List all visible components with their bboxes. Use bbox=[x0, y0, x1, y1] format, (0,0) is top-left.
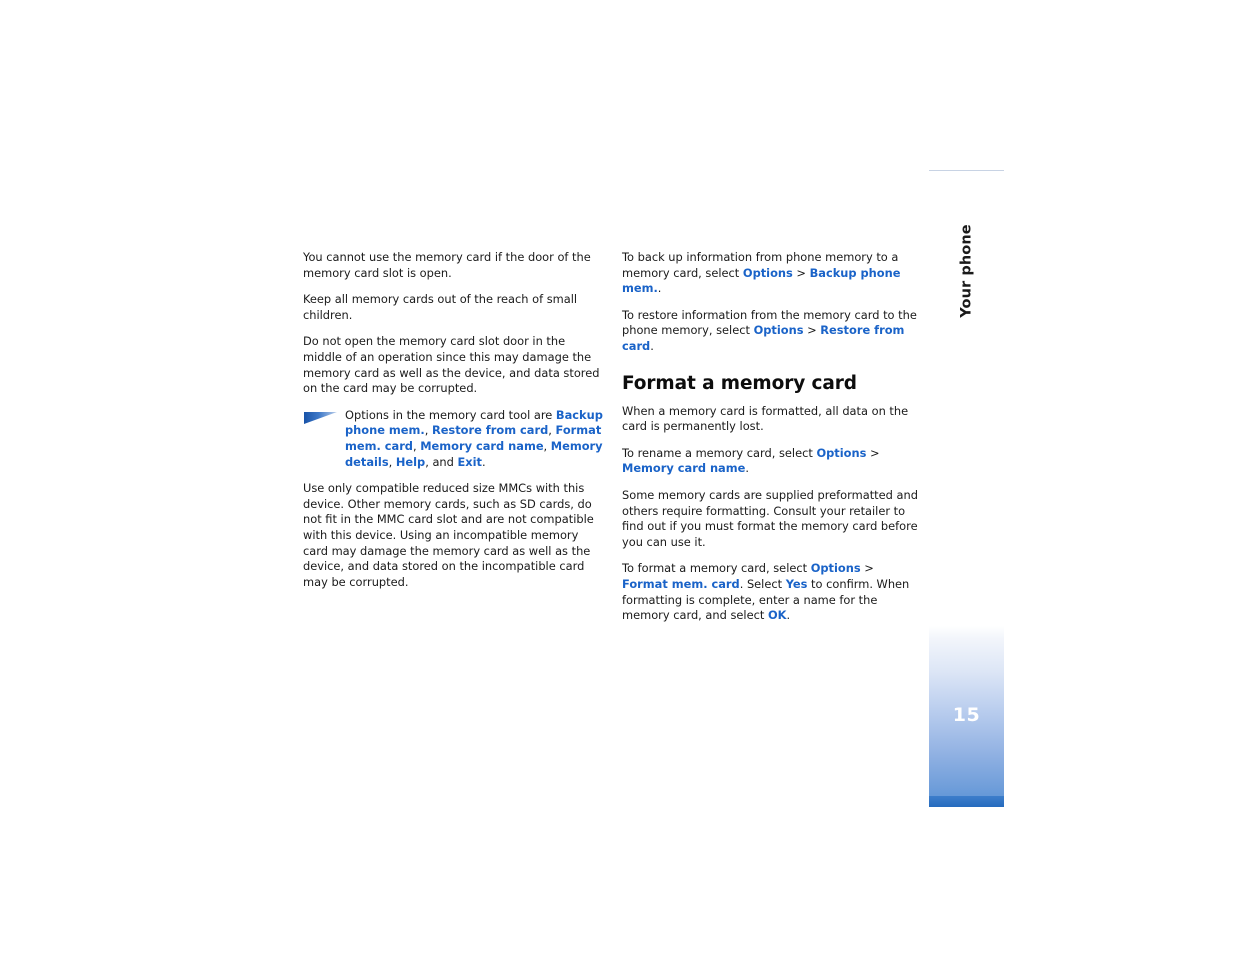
note-option-restore: Restore from card bbox=[431, 423, 549, 438]
restore-text-after: . bbox=[650, 338, 654, 353]
rename-command: Memory card name bbox=[622, 461, 746, 476]
paragraph-format-warning: When a memory card is formatted, all dat… bbox=[622, 403, 909, 434]
backup-menu-options: Options bbox=[742, 265, 793, 280]
note-terminator: . bbox=[481, 454, 486, 469]
paragraph-restore-instruction: To restore information from the memory c… bbox=[622, 308, 919, 355]
section-heading-format-memory-card: Format a memory card bbox=[622, 372, 857, 394]
backup-text-after: . bbox=[657, 281, 662, 296]
chapter-tab: Your phone 15 bbox=[929, 170, 1004, 807]
restore-separator: > bbox=[803, 323, 821, 338]
rename-separator: > bbox=[866, 445, 880, 460]
format-confirm-ok: OK bbox=[767, 608, 787, 623]
paragraph-compatible-mmc: Use only compatible reduced size MMCs wi… bbox=[303, 481, 594, 589]
page-number: 15 bbox=[952, 704, 981, 726]
note-lead: Options in the memory card tool are bbox=[345, 407, 556, 422]
format-confirm-yes: Yes bbox=[785, 576, 808, 591]
backup-separator: > bbox=[792, 265, 810, 280]
note-sep-2: , bbox=[548, 423, 556, 438]
note-option-card-name: Memory card name bbox=[420, 438, 544, 453]
note-sep-and: and bbox=[432, 454, 458, 469]
rename-text-after: . bbox=[745, 461, 749, 476]
paragraph-card-slot-open: You cannot use the memory card if the do… bbox=[303, 250, 591, 280]
format-text-before: To format a memory card, select bbox=[622, 561, 811, 576]
note-option-exit: Exit bbox=[457, 454, 482, 469]
note-block-memory-card-options: Options in the memory card tool are Back… bbox=[303, 408, 603, 470]
note-text: Options in the memory card tool are Back… bbox=[345, 408, 603, 470]
format-text-after: . bbox=[786, 608, 791, 623]
format-separator: > bbox=[860, 561, 874, 576]
format-menu-options: Options bbox=[810, 561, 861, 576]
note-sep-5: , bbox=[388, 454, 396, 469]
note-sep-4: , bbox=[543, 438, 551, 453]
paragraph-do-not-open-slot: Do not open the memory card slot door in… bbox=[303, 334, 600, 396]
restore-menu-options: Options bbox=[753, 323, 804, 338]
paragraph-keep-away-children: Keep all memory cards out of the reach o… bbox=[303, 292, 578, 322]
left-text-column: You cannot use the memory card if the do… bbox=[303, 250, 603, 590]
format-command: Format mem. card bbox=[622, 576, 740, 591]
paragraph-backup-instruction: To back up information from phone memory… bbox=[622, 250, 919, 297]
paragraph-rename-instruction: To rename a memory card, select Options … bbox=[622, 446, 919, 477]
note-sep-1: , bbox=[424, 423, 432, 438]
rename-menu-options: Options bbox=[816, 445, 867, 460]
chapter-tab-title-wrapper: Your phone bbox=[929, 171, 1004, 371]
rename-text-before: To rename a memory card, select bbox=[622, 445, 817, 460]
note-option-help: Help bbox=[395, 454, 426, 469]
format-mid-1: . Select bbox=[739, 576, 786, 591]
note-wedge-icon bbox=[304, 411, 337, 425]
paragraph-format-instruction: To format a memory card, select Options … bbox=[622, 561, 919, 623]
paragraph-preformatted-cards: Some memory cards are supplied preformat… bbox=[622, 487, 918, 549]
right-text-column: To back up information from phone memory… bbox=[622, 250, 919, 624]
manual-page: You cannot use the memory card if the do… bbox=[0, 0, 1235, 954]
chapter-tab-title: Your phone bbox=[958, 224, 975, 318]
